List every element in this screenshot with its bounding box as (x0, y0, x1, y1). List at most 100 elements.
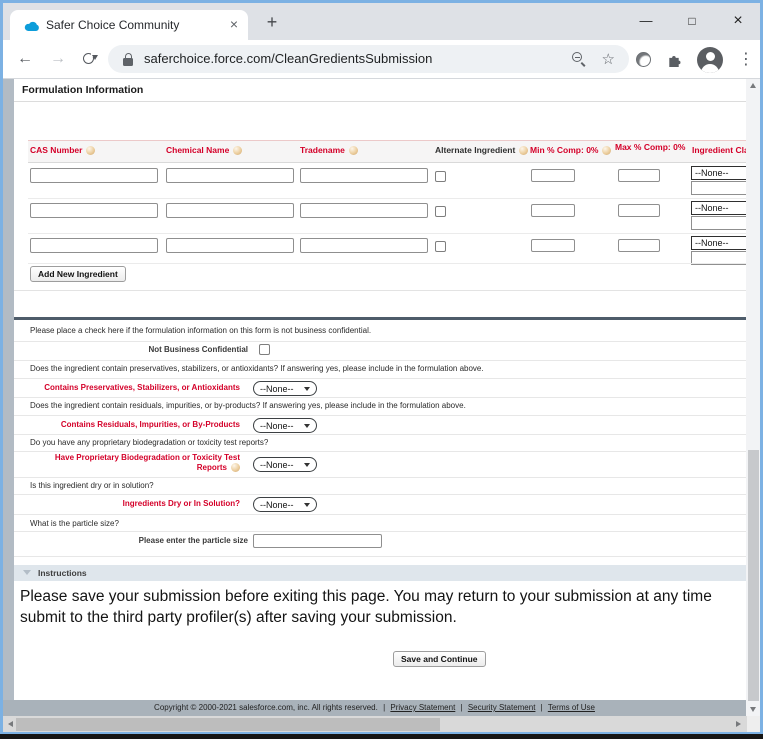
separator-line (14, 101, 746, 102)
instructions-section-header[interactable]: Instructions (14, 565, 746, 581)
privacy-statement-link[interactable]: Privacy Statement (390, 703, 455, 712)
horizontal-scrollbar[interactable] (3, 716, 747, 732)
scroll-left-arrow-icon[interactable] (3, 716, 17, 732)
section-divider (14, 317, 746, 320)
separator-line (14, 434, 746, 435)
separator-line (14, 378, 746, 379)
back-button[interactable]: ← (17, 50, 33, 68)
horizontal-scrollbar-thumb[interactable] (16, 718, 440, 731)
extensions-puzzle-icon[interactable] (666, 52, 682, 73)
alternate-ingredient-checkbox[interactable] (435, 206, 446, 217)
question-text: Please place a check here if the formula… (30, 326, 371, 335)
help-icon[interactable] (231, 463, 240, 472)
separator-line (14, 477, 746, 478)
scroll-right-arrow-icon[interactable] (731, 716, 745, 732)
question-text: Does the ingredient contain preservative… (30, 364, 484, 373)
cas-number-input[interactable] (30, 203, 158, 218)
tradename-input[interactable] (300, 238, 428, 253)
chevron-down-icon (304, 503, 310, 507)
ingredient-class-picklist[interactable]: --None-- (691, 236, 746, 265)
particle-size-input[interactable] (253, 534, 382, 548)
chevron-down-icon (304, 387, 310, 391)
question-text: Does the ingredient contain residuals, i… (30, 401, 466, 410)
column-header-alternate-ingredient: Alternate Ingredient (435, 145, 528, 155)
dry-or-solution-select[interactable]: --None-- (253, 497, 317, 512)
reload-button[interactable] (83, 53, 96, 66)
alternate-ingredient-checkbox[interactable] (435, 171, 446, 182)
chemical-name-input[interactable] (166, 168, 294, 183)
new-tab-button[interactable]: + (259, 10, 285, 34)
contains-residuals-label: Contains Residuals, Impurities, or By-Pr… (3, 420, 240, 430)
contains-residuals-select[interactable]: --None-- (253, 418, 317, 433)
vertical-scrollbar-thumb[interactable] (748, 450, 759, 701)
help-icon[interactable] (349, 146, 358, 155)
ingredient-class-picklist[interactable]: --None-- (691, 201, 746, 230)
terms-of-use-link[interactable]: Terms of Use (548, 703, 595, 712)
not-business-confidential-label: Not Business Confidential (3, 345, 248, 355)
chemical-name-input[interactable] (166, 203, 294, 218)
chemical-name-input[interactable] (166, 238, 294, 253)
contains-preservatives-label: Contains Preservatives, Stabilizers, or … (3, 383, 240, 393)
max-comp-input[interactable] (618, 169, 660, 182)
page-viewport: Formulation Information CAS Number Chemi… (3, 79, 746, 716)
separator-line (14, 341, 746, 342)
help-icon[interactable] (233, 146, 242, 155)
vertical-scrollbar[interactable] (746, 79, 760, 716)
cas-number-input[interactable] (30, 238, 158, 253)
collapse-triangle-icon (23, 570, 31, 575)
max-comp-input[interactable] (618, 204, 660, 217)
instructions-title: Instructions (38, 565, 87, 581)
separator-line (14, 451, 746, 452)
separator-line (28, 233, 746, 234)
min-comp-input[interactable] (531, 204, 575, 217)
alternate-ingredient-checkbox[interactable] (435, 241, 446, 252)
extension-circle-icon[interactable] (636, 52, 651, 67)
browser-tab[interactable]: Safer Choice Community × (10, 10, 248, 40)
separator-line (14, 556, 746, 557)
cas-number-input[interactable] (30, 168, 158, 183)
profile-avatar[interactable] (697, 47, 723, 73)
min-comp-input[interactable] (531, 169, 575, 182)
separator-line (14, 415, 746, 416)
scroll-down-arrow-icon[interactable] (746, 703, 760, 716)
minimize-button[interactable]: — (629, 7, 663, 35)
tab-title: Safer Choice Community (46, 18, 179, 32)
max-comp-input[interactable] (618, 239, 660, 252)
add-new-ingredient-button[interactable]: Add New Ingredient (30, 266, 126, 282)
window-bottom-edge (0, 734, 763, 739)
question-text: What is the particle size? (30, 519, 119, 528)
instructions-body: Please save your submission before exiti… (20, 586, 712, 628)
column-header-max-comp: Max % Comp: 0% (615, 142, 685, 152)
ingredient-class-picklist[interactable]: --None-- (691, 166, 746, 195)
lock-icon (123, 53, 133, 66)
zoom-out-icon[interactable] (572, 52, 587, 67)
scroll-up-arrow-icon[interactable] (746, 79, 760, 92)
separator-line (14, 290, 746, 291)
particle-size-label: Please enter the particle size (3, 536, 248, 546)
tab-strip: Safer Choice Community × + — □ × (3, 3, 760, 40)
forward-button: → (50, 50, 66, 68)
help-icon[interactable] (602, 146, 611, 155)
close-button[interactable]: × (721, 7, 755, 35)
tradename-input[interactable] (300, 203, 428, 218)
page-title: Formulation Information (22, 84, 143, 96)
contains-preservatives-select[interactable]: --None-- (253, 381, 317, 396)
biodegradation-reports-select[interactable]: --None-- (253, 457, 317, 472)
tradename-input[interactable] (300, 168, 428, 183)
not-business-confidential-checkbox[interactable] (259, 344, 270, 355)
bookmark-star-icon[interactable]: ☆ (602, 50, 615, 68)
address-bar[interactable]: saferchoice.force.com/CleanGredientsSubm… (108, 45, 629, 73)
biodegradation-reports-label: Have Proprietary Biodegradation or Toxic… (3, 453, 240, 473)
min-comp-input[interactable] (531, 239, 575, 252)
column-header-min-comp: Min % Comp: 0% (530, 145, 611, 155)
browser-menu-icon[interactable]: ⋮ (738, 49, 754, 69)
maximize-button[interactable]: □ (675, 7, 709, 35)
tab-close-icon[interactable]: × (230, 16, 238, 32)
security-statement-link[interactable]: Security Statement (468, 703, 536, 712)
save-and-continue-button[interactable]: Save and Continue (393, 651, 486, 667)
separator-line (28, 198, 746, 199)
help-icon[interactable] (86, 146, 95, 155)
chevron-down-icon (304, 463, 310, 467)
help-icon[interactable] (519, 146, 528, 155)
separator-line (28, 263, 746, 264)
